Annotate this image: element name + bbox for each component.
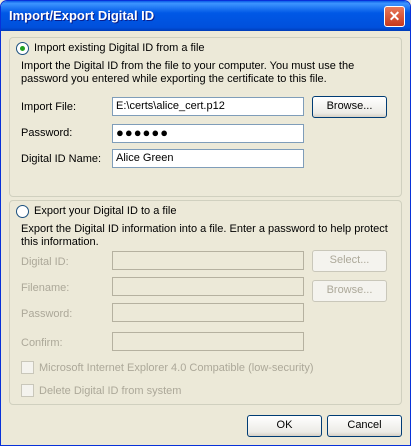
- export-radio-button[interactable]: [16, 204, 29, 218]
- ie-compat-label: Microsoft Internet Explorer 4.0 Compatib…: [39, 361, 314, 374]
- export-digital-id-label: Digital ID:: [21, 256, 69, 268]
- import-password-label: Password:: [21, 127, 73, 139]
- window-title: Import/Export Digital ID: [9, 8, 155, 23]
- ok-button[interactable]: OK: [247, 415, 322, 437]
- export-password-label: Password:: [21, 308, 73, 320]
- import-group: Import existing Digital ID from a file I…: [9, 37, 402, 197]
- digital-id-name-input[interactable]: Alice Green: [112, 149, 304, 168]
- export-password-input: [112, 303, 304, 322]
- import-description: Import the Digital ID from the file to y…: [21, 60, 355, 85]
- export-filename-input: [112, 277, 304, 296]
- export-confirm-label: Confirm:: [21, 337, 63, 349]
- import-export-dialog: Import/Export Digital ID ✕ Import existi…: [0, 0, 411, 446]
- export-filename-label: Filename:: [21, 282, 70, 294]
- cancel-button[interactable]: Cancel: [327, 415, 402, 437]
- export-description: Export the Digital ID information into a…: [21, 223, 388, 248]
- import-file-label: Import File:: [21, 101, 77, 113]
- close-button[interactable]: ✕: [384, 6, 405, 27]
- import-radio-button[interactable]: [16, 41, 29, 55]
- export-option-label: Export your Digital ID to a file: [34, 205, 177, 217]
- delete-id-label: Delete Digital ID from system: [39, 384, 182, 397]
- delete-id-checkbox: [21, 384, 34, 397]
- select-button: Select...: [312, 250, 387, 272]
- import-browse-button[interactable]: Browse...: [312, 96, 387, 118]
- ie-compat-checkbox-row: Microsoft Internet Explorer 4.0 Compatib…: [21, 361, 313, 374]
- title-bar[interactable]: Import/Export Digital ID ✕: [1, 1, 410, 31]
- import-radio-option[interactable]: Import existing Digital ID from a file: [16, 40, 208, 56]
- export-confirm-input: [112, 332, 304, 351]
- export-radio-option[interactable]: Export your Digital ID to a file: [16, 203, 180, 219]
- import-option-label: Import existing Digital ID from a file: [34, 42, 205, 54]
- import-password-input[interactable]: ●●●●●●: [112, 124, 304, 143]
- close-icon: ✕: [388, 8, 401, 24]
- delete-id-checkbox-row: Delete Digital ID from system: [21, 384, 181, 397]
- import-file-input[interactable]: E:\certs\alice_cert.p12: [112, 97, 304, 116]
- export-group: Export your Digital ID to a file Export …: [9, 200, 402, 405]
- export-browse-button: Browse...: [312, 280, 387, 302]
- ie-compat-checkbox: [21, 361, 34, 374]
- digital-id-name-label: Digital ID Name:: [21, 153, 102, 165]
- export-digital-id-field: [112, 251, 304, 270]
